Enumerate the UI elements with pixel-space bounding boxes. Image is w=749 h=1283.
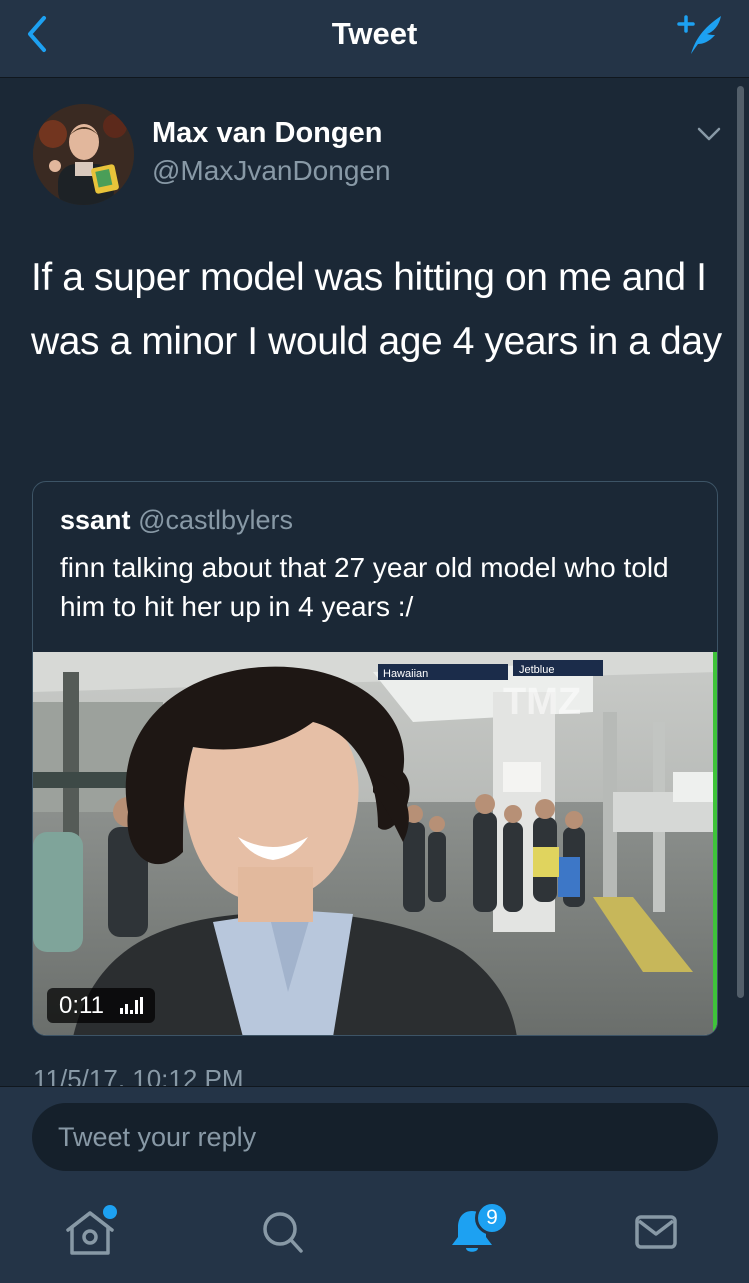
compose-tweet-icon: [677, 15, 721, 54]
tweet-detail-screen: Tweet Max van Dongen @MaxJvanDongen If a…: [0, 0, 749, 1283]
notifications-badge: 9: [475, 1201, 509, 1235]
chevron-down-icon: [697, 127, 721, 141]
sign-hawaiian: Hawaiian: [383, 668, 428, 680]
quoted-tweet-header: ssant @castlbylers: [60, 505, 293, 536]
home-new-dot: [103, 1205, 117, 1219]
bottom-tab-bar: [0, 1185, 749, 1283]
sign-jetblue: Jetblue: [519, 664, 554, 676]
reply-bar: Tweet your reply: [0, 1086, 749, 1185]
envelope-icon: [635, 1215, 677, 1249]
tmz-watermark: TMZ: [503, 681, 581, 723]
video-thumbnail: Hawaiian Jetblue TMZ: [33, 652, 717, 1035]
author-name[interactable]: Max van Dongen: [152, 117, 382, 150]
tweet-text: If a super model was hitting on me and I…: [31, 256, 722, 363]
quoted-author-name: ssant: [60, 505, 131, 535]
scrollbar[interactable]: [737, 86, 744, 998]
reply-input[interactable]: Tweet your reply: [32, 1103, 718, 1171]
tab-messages[interactable]: [624, 1201, 688, 1261]
author-avatar[interactable]: [33, 104, 134, 205]
author-handle[interactable]: @MaxJvanDongen: [152, 155, 391, 187]
compose-tweet-button[interactable]: [669, 10, 725, 60]
quoted-tweet-card[interactable]: ssant @castlbylers finn talking about th…: [32, 481, 718, 1036]
quoted-tweet-text: finn talking about that 27 year old mode…: [60, 552, 669, 622]
video-duration: 0:11: [59, 991, 104, 1019]
page-title: Tweet: [331, 16, 418, 51]
volume-icon: [119, 997, 143, 1014]
video-duration-badge: 0:11: [47, 988, 155, 1023]
quoted-author-handle: @castlbylers: [138, 505, 294, 535]
tweet-options-button[interactable]: [695, 124, 723, 144]
video-player[interactable]: Hawaiian Jetblue TMZ 0:11: [33, 652, 717, 1035]
tab-search[interactable]: [250, 1201, 314, 1261]
search-icon: [263, 1212, 303, 1253]
top-nav-bar: Tweet: [0, 0, 749, 78]
